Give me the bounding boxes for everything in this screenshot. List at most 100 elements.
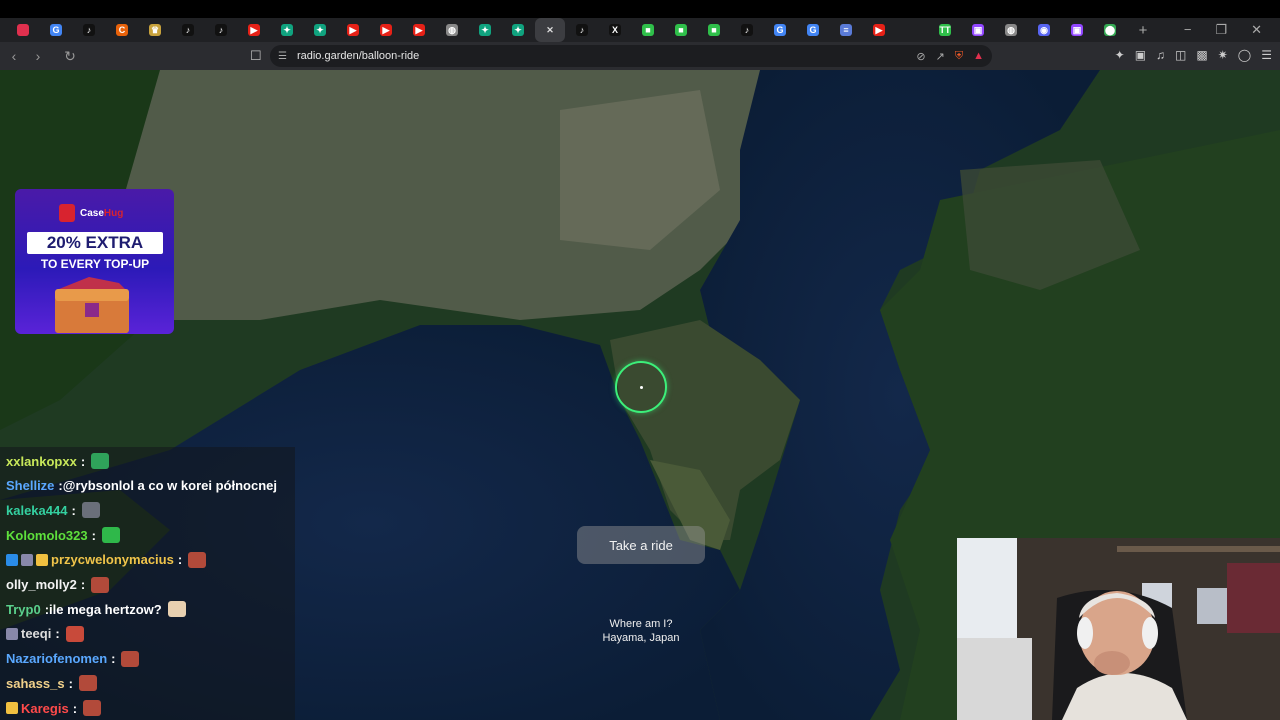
share-icon[interactable]: ↗ — [936, 50, 945, 63]
browser-tab[interactable]: ≡ — [830, 18, 862, 42]
extensions-icon[interactable]: ✦ — [1115, 48, 1125, 62]
tracking-icon[interactable]: ⊘ — [916, 50, 925, 63]
chat-username[interactable]: kaleka444 — [6, 503, 67, 518]
browser-tab[interactable]: ◍ — [995, 18, 1027, 42]
browser-tab[interactable]: C — [106, 18, 138, 42]
browser-tab[interactable]: ▶ — [863, 18, 895, 42]
chat-username[interactable]: Nazariofenomen — [6, 651, 107, 666]
browser-tab[interactable]: ♛ — [139, 18, 171, 42]
forward-icon[interactable]: › — [28, 48, 48, 64]
browser-tab[interactable]: ♪ — [73, 18, 105, 42]
casehug-ad[interactable]: CaseHug 20% EXTRA TO EVERY TOP-UP — [15, 189, 174, 334]
bookmark-icon[interactable]: ☐ — [250, 48, 262, 64]
screenshot-icon[interactable]: ▣ — [1135, 48, 1146, 62]
browser-tab[interactable]: G — [764, 18, 796, 42]
browser-tab[interactable]: ■ — [665, 18, 697, 42]
chat-username[interactable]: sahass_s — [6, 676, 65, 691]
chat-username[interactable]: xxlankopxx — [6, 454, 77, 469]
ad-subline: TO EVERY TOP-UP — [40, 257, 150, 271]
browser-tab[interactable]: G — [797, 18, 829, 42]
browser-tab[interactable]: ▶ — [337, 18, 369, 42]
chat-message: Nazariofenomen: — [6, 647, 140, 671]
browser-tab[interactable]: G — [40, 18, 72, 42]
browser-tab[interactable]: ◍ — [436, 18, 468, 42]
chat-separator: : — [91, 527, 96, 543]
chat-message: przycwelonymacius: — [6, 548, 207, 572]
brand-hug-text: Hug — [103, 207, 124, 219]
window-controls: − ❐ ✕ — [1184, 22, 1280, 38]
chat-username[interactable]: Shellize — [6, 478, 54, 493]
browser-tab[interactable]: ⬤ — [1094, 18, 1126, 42]
chat-badge-icon — [6, 627, 18, 640]
take-a-ride-button[interactable]: Take a ride — [577, 526, 705, 564]
crown-icon: ♛ — [149, 24, 161, 36]
chat-username[interactable]: Karegis — [21, 701, 69, 716]
back-icon[interactable]: ‹ — [4, 48, 24, 64]
browser-tab[interactable]: ✦ — [271, 18, 303, 42]
chat-emote-icon — [91, 453, 110, 469]
brand-case-text: Case — [80, 207, 104, 219]
ad-brand: CaseHug — [59, 204, 123, 222]
x-icon: X — [609, 24, 621, 36]
browser-tab[interactable]: ▶ — [403, 18, 435, 42]
chat-message: Shellize: @rybsonlol a co w korei północ… — [6, 474, 277, 498]
menu-icon[interactable]: ☰ — [1261, 48, 1272, 62]
chat-badge-icon — [21, 553, 33, 566]
browser-tab[interactable]: ▣ — [1061, 18, 1093, 42]
sidebar-icon[interactable]: ◫ — [1175, 48, 1186, 62]
chat-username[interactable]: Tryp0 — [6, 602, 41, 617]
brave-shield-icon[interactable]: ⛨ — [955, 50, 963, 63]
browser-tab[interactable]: ♪ — [205, 18, 237, 42]
browser-tab[interactable]: ■ — [698, 18, 730, 42]
browser-tab-strip: G ♪ C ♛ ♪ ♪ ▶ ✦ ✦ ▶ ▶ ▶ ◍ ✦ ✦ ✕ ♪ X ■ ■ ■ ♪ G G ≡ ▶ TT ▣ ◍ ◉ ▣ ⬤ + − ❐ … — [0, 0, 1280, 42]
close-window-button[interactable]: ✕ — [1251, 22, 1262, 38]
brave-rewards-icon[interactable]: ▲ — [973, 50, 984, 63]
browser-tab[interactable]: ♪ — [731, 18, 763, 42]
site-settings-icon[interactable]: ☰ — [278, 51, 287, 62]
treasure-chest-icon — [55, 277, 129, 333]
browser-tab[interactable]: ▶ — [370, 18, 402, 42]
chat-emote-icon — [83, 700, 102, 716]
youtube-icon: ▶ — [347, 24, 359, 36]
chatgpt-icon: ✦ — [281, 24, 293, 36]
new-tab-button[interactable]: + — [1127, 18, 1159, 42]
browser-tab[interactable]: ♪ — [566, 18, 598, 42]
tiktok-icon: ♪ — [741, 24, 753, 36]
maximize-button[interactable]: ❐ — [1215, 22, 1227, 38]
chat-username[interactable]: olly_molly2 — [6, 577, 77, 592]
browser-tab[interactable]: ▶ — [238, 18, 270, 42]
browser-tab[interactable]: ♪ — [172, 18, 204, 42]
browser-tab[interactable] — [896, 18, 928, 42]
browser-tab[interactable]: ◉ — [1028, 18, 1060, 42]
browser-tab[interactable]: TT — [929, 18, 961, 42]
close-icon: ✕ — [546, 25, 554, 35]
tiktok-icon: ♪ — [182, 24, 194, 36]
chat-username[interactable]: Kolomolo323 — [6, 528, 88, 543]
vpn-icon[interactable]: ◯ — [1238, 48, 1251, 62]
media-icon[interactable]: ♫ — [1156, 48, 1165, 62]
leo-ai-icon[interactable]: ✷ — [1218, 48, 1228, 62]
youtube-icon: ▶ — [248, 24, 260, 36]
current-station-marker[interactable] — [615, 361, 667, 413]
browser-tab[interactable] — [7, 18, 39, 42]
browser-tab[interactable]: ✦ — [502, 18, 534, 42]
youtube-icon: ▶ — [873, 24, 885, 36]
browser-tab[interactable]: ✦ — [304, 18, 336, 42]
twitch-icon: ▣ — [972, 24, 984, 36]
address-bar[interactable]: ☰ radio.garden/balloon-ride ⊘ ↗ ⛨ ▲ — [270, 45, 992, 67]
wallet-icon[interactable]: ▩ — [1196, 48, 1207, 62]
chat-username[interactable]: przycwelonymacius — [51, 552, 174, 567]
minimize-button[interactable]: − — [1184, 22, 1192, 38]
chat-message: xxlankopxx: — [6, 449, 110, 473]
browser-tab[interactable]: ✦ — [469, 18, 501, 42]
browser-tab[interactable]: X — [599, 18, 631, 42]
chat-emote-icon — [81, 502, 100, 519]
chat-username[interactable]: teeqi — [21, 626, 51, 641]
browser-tab[interactable]: ✕ — [535, 18, 565, 42]
chat-text: ile mega hertzow? — [49, 601, 162, 617]
url-text: radio.garden/balloon-ride — [296, 50, 420, 62]
browser-tab[interactable]: ■ — [632, 18, 664, 42]
browser-tab[interactable]: ▣ — [962, 18, 994, 42]
reload-icon[interactable]: ↻ — [60, 48, 80, 65]
chat-separator: : — [80, 577, 86, 592]
